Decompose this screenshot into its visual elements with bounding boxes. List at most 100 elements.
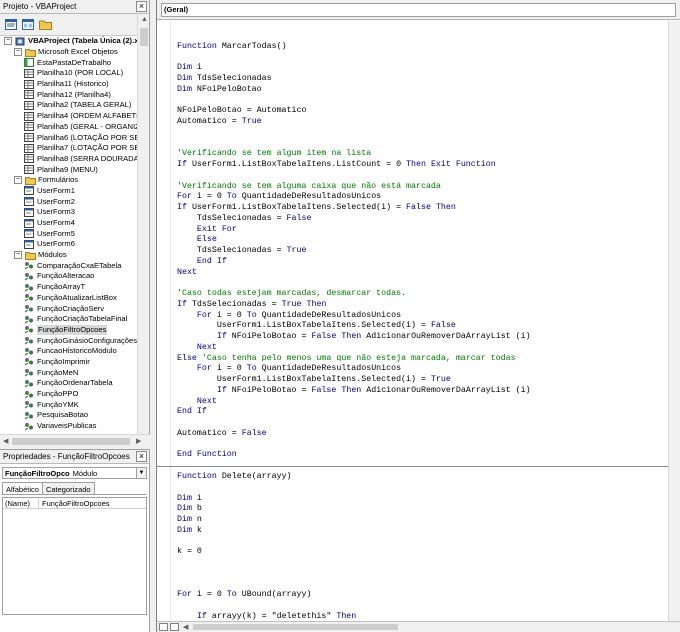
code-line[interactable] xyxy=(177,580,669,591)
code-line[interactable]: For i = 0 To QuantidadeDeResultadosUnico… xyxy=(177,311,669,322)
tree-item[interactable]: Planilha7 (LOTAÇÃO POR SE xyxy=(0,143,138,154)
tree-item[interactable]: FunçãoFiltroOpcoes xyxy=(0,324,138,336)
code-line[interactable] xyxy=(177,537,669,548)
code-line[interactable]: If NFoiPeloBotao = False Then AdicionarO… xyxy=(177,332,669,343)
tree-item[interactable]: FunçãoImprimir xyxy=(0,357,138,368)
code-line[interactable] xyxy=(177,558,669,569)
close-icon[interactable]: × xyxy=(136,451,147,462)
tree-item[interactable]: UserForm2 xyxy=(0,196,138,207)
tree-item[interactable]: FunçãoAlteracao xyxy=(0,271,138,282)
code-line[interactable]: For i = 0 To QuantidadeDeResultadosUnico… xyxy=(177,192,669,203)
code-line[interactable]: End Function xyxy=(177,450,669,461)
code-line[interactable] xyxy=(177,278,669,289)
toggle-folders-button[interactable] xyxy=(38,18,52,31)
scroll-right-icon[interactable]: ▶ xyxy=(136,437,141,445)
tree-item[interactable]: − Microsoft Excel Objetos xyxy=(0,47,138,58)
property-row-name[interactable]: (Name) FunçãoFiltroOpcoes xyxy=(3,498,146,509)
tree-item[interactable]: VariaveisPublicas xyxy=(0,421,138,432)
code-line[interactable]: Dim b xyxy=(177,504,669,515)
code-line[interactable] xyxy=(177,483,669,494)
code-line[interactable]: If TdsSelecionadas = True Then xyxy=(177,300,669,311)
tree-item[interactable]: UserForm4 xyxy=(0,218,138,229)
collapse-icon[interactable]: − xyxy=(14,48,22,57)
code-line[interactable]: Automatico = True xyxy=(177,117,669,128)
tree-item[interactable]: − Módulos xyxy=(0,250,138,261)
tree-item[interactable]: Planilha9 (MENU) xyxy=(0,164,138,175)
tree-item[interactable]: FunçãoYMK xyxy=(0,399,138,410)
code-line[interactable] xyxy=(177,139,669,150)
code-line[interactable]: Else xyxy=(177,235,669,246)
tree-item[interactable]: FuncaoHistoricoModulo xyxy=(0,346,138,357)
tree-item[interactable]: EstaPastaDeTrabalho xyxy=(0,57,138,68)
tab-alphabetic[interactable]: Alfabético xyxy=(2,482,43,494)
tree-item[interactable]: Planilha11 (Historico) xyxy=(0,79,138,90)
tree-item[interactable]: UserForm1 xyxy=(0,186,138,197)
code-line[interactable] xyxy=(177,96,669,107)
tree-item[interactable]: Planilha8 (SERRA DOURADA) xyxy=(0,154,138,165)
code-line[interactable]: For i = 0 To UBound(arrayy) xyxy=(177,590,669,601)
tree-item[interactable]: Planilha5 (GERAL - ORGANIZ xyxy=(0,122,138,133)
code-line[interactable]: TdsSelecionadas = False xyxy=(177,214,669,225)
code-line[interactable]: Function Delete(arrayy) xyxy=(177,472,669,483)
procedure-view-button[interactable] xyxy=(159,623,168,631)
tree-item[interactable]: FunçãoPPO xyxy=(0,389,138,400)
code-line[interactable]: If UserForm1.ListBoxTabelaItens.ListCoun… xyxy=(177,160,669,171)
tree-item[interactable]: UserForm6 xyxy=(0,239,138,250)
scroll-left-icon[interactable]: ◀ xyxy=(3,437,8,445)
code-line[interactable]: 'Verificando se tem algum item na lista xyxy=(177,149,669,160)
tree-item[interactable]: Planilha10 (POR LOCAL) xyxy=(0,68,138,79)
code-line[interactable]: Next xyxy=(177,268,669,279)
code-line[interactable]: Dim TdsSelecionadas xyxy=(177,74,669,85)
code-line[interactable]: End If xyxy=(177,257,669,268)
chevron-down-icon[interactable]: ▼ xyxy=(136,468,146,478)
code-line[interactable]: Function MarcarTodas() xyxy=(177,42,669,53)
scrollbar-thumb[interactable] xyxy=(193,624,398,630)
tree-item[interactable]: Planilha4 (ORDEM ALFABETIC xyxy=(0,111,138,122)
tree-item[interactable]: UserForm5 xyxy=(0,228,138,239)
collapse-icon[interactable]: − xyxy=(4,37,12,46)
code-line[interactable] xyxy=(177,569,669,580)
code-line[interactable]: Else 'Caso tenha pelo menos uma que não … xyxy=(177,354,669,365)
tree-item[interactable]: FunçãoMeN xyxy=(0,367,138,378)
code-line[interactable]: Next xyxy=(177,397,669,408)
code-line[interactable]: Automatico = False xyxy=(177,429,669,440)
code-line[interactable]: NFoiPeloBotao = Automatico xyxy=(177,106,669,117)
code-line[interactable]: If arrayy(k) = "deletethis" Then xyxy=(177,612,669,621)
code-line[interactable] xyxy=(177,53,669,64)
scrollbar-thumb[interactable] xyxy=(12,438,130,445)
code-line[interactable]: End If xyxy=(177,407,669,418)
tree-item[interactable]: FunçãoOrdenarTabela xyxy=(0,378,138,389)
property-value[interactable]: FunçãoFiltroOpcoes xyxy=(39,499,110,508)
tree-item[interactable]: UserForm3 xyxy=(0,207,138,218)
collapse-icon[interactable]: − xyxy=(14,176,22,185)
code-line[interactable]: UserForm1.ListBoxTabelaItens.Selected(i)… xyxy=(177,321,669,332)
code-line[interactable]: UserForm1.ListBoxTabelaItens.Selected(i)… xyxy=(177,375,669,386)
collapse-icon[interactable]: − xyxy=(14,251,22,260)
project-tree-horizontal-scrollbar[interactable]: ◀ ▶ xyxy=(0,434,150,447)
code-editor[interactable]: Function MarcarTodas() Dim i Dim TdsSeleci… xyxy=(157,21,669,621)
tree-item[interactable]: PesquisaBotao xyxy=(0,410,138,421)
code-vertical-scrollbar[interactable] xyxy=(668,21,680,621)
code-line[interactable]: Dim i xyxy=(177,494,669,505)
view-code-button[interactable] xyxy=(4,18,18,31)
tree-item[interactable]: Planilha6 (LOTAÇÃO POR SE xyxy=(0,132,138,143)
tree-item[interactable]: ComparaçãoCxaETabela xyxy=(0,260,138,271)
code-line[interactable]: k = 0 xyxy=(177,547,669,558)
code-line[interactable] xyxy=(177,171,669,182)
tree-item[interactable]: FunçãoCriaçãoTabelaFinal xyxy=(0,314,138,325)
code-line[interactable]: Next xyxy=(177,343,669,354)
code-line[interactable]: Dim NFoiPeloBotao xyxy=(177,85,669,96)
tree-item[interactable]: FunçãoAtualizarListBox xyxy=(0,293,138,304)
object-combo-box[interactable]: (Geral) xyxy=(161,2,676,17)
code-line[interactable]: If UserForm1.ListBoxTabelaItens.Selected… xyxy=(177,203,669,214)
code-line[interactable] xyxy=(177,418,669,429)
code-line[interactable]: TdsSelecionadas = True xyxy=(177,246,669,257)
scroll-left-icon[interactable]: ◀ xyxy=(183,623,188,631)
code-line[interactable]: Dim k xyxy=(177,526,669,537)
code-line[interactable] xyxy=(177,601,669,612)
code-line[interactable]: Dim n xyxy=(177,515,669,526)
code-horizontal-scrollbar[interactable]: ◀ xyxy=(157,621,680,632)
tree-item[interactable]: Planilha2 (TABELA GERAL) xyxy=(0,100,138,111)
object-dropdown[interactable]: FunçãoFiltroOpco Módulo ▼ xyxy=(2,467,147,479)
code-line[interactable]: Dim i xyxy=(177,63,669,74)
